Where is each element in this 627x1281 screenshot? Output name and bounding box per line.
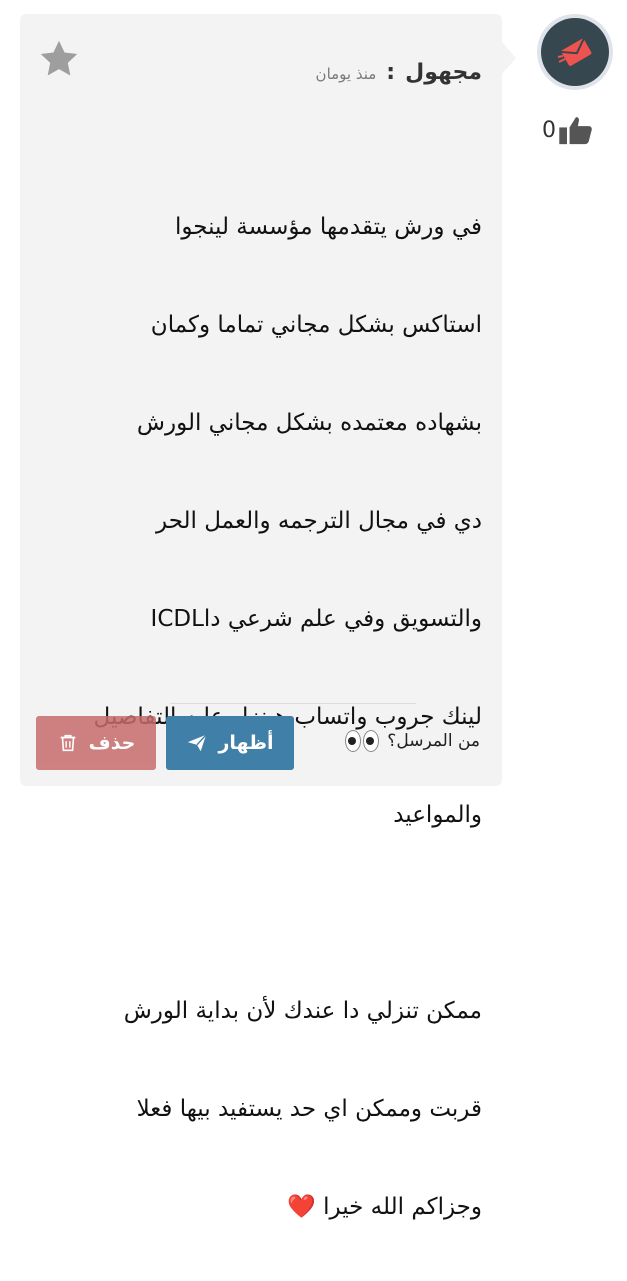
paper-plane-icon bbox=[188, 734, 208, 752]
who-sent-label: من المرسل؟ bbox=[345, 730, 480, 752]
like-count: 0 bbox=[542, 117, 556, 143]
post-header: مجهول : منذ يومان bbox=[316, 60, 482, 85]
message-card: مجهول : منذ يومان في ورش يتقدمها مؤسسة ل… bbox=[20, 14, 516, 1220]
like-control[interactable]: 0 bbox=[542, 114, 594, 146]
card-pointer bbox=[502, 42, 516, 74]
eye-left bbox=[363, 730, 380, 752]
message-line: بشهاده معتمده بشكل مجاني الورش bbox=[136, 410, 482, 436]
message-line: دي في مجال الترجمه والعمل الحر bbox=[156, 508, 482, 534]
trash-icon bbox=[60, 734, 75, 752]
message-line: والمواعيد bbox=[393, 802, 482, 828]
footer-divider bbox=[170, 703, 416, 704]
card-footer: حذف أظهار من المرسل؟ bbox=[36, 716, 480, 772]
message-line: في ورش يتقدمها مؤسسة لينجوا bbox=[174, 214, 482, 240]
header-separator: : bbox=[386, 60, 396, 85]
who-sent-text: من المرسل؟ bbox=[387, 731, 480, 751]
message-line-last: وجزاكم الله خيرا ❤️ bbox=[44, 1183, 482, 1232]
message-line: والتسويق وفي علم شرعي داICDL bbox=[150, 606, 482, 632]
heart-emoji: ❤️ bbox=[287, 1194, 316, 1220]
star-icon[interactable] bbox=[34, 36, 84, 82]
delete-label: حذف bbox=[88, 732, 136, 754]
sender-name: مجهول bbox=[405, 60, 482, 85]
post-time: منذ يومان bbox=[315, 65, 377, 83]
message-line-text: وجزاكم الله خيرا bbox=[323, 1194, 482, 1220]
message-line: قربت وممكن اي حد يستفيد بيها فعلا bbox=[136, 1096, 482, 1122]
envelope-icon bbox=[557, 38, 592, 66]
show-label: أظهار bbox=[218, 732, 274, 754]
avatar[interactable] bbox=[537, 14, 613, 90]
show-sender-button[interactable]: أظهار bbox=[166, 716, 294, 770]
avatar-circle bbox=[541, 18, 609, 86]
message-line: ممكن تنزلي دا عندك لأن بداية الورش bbox=[123, 998, 482, 1024]
eye-right bbox=[345, 730, 362, 752]
message-line-blank bbox=[44, 889, 482, 938]
thumbs-up-icon[interactable] bbox=[558, 114, 594, 146]
eyes-icon bbox=[345, 730, 380, 752]
delete-button[interactable]: حذف bbox=[36, 716, 156, 770]
message-line: استاكس بشكل مجاني تماما وكمان bbox=[150, 312, 482, 338]
